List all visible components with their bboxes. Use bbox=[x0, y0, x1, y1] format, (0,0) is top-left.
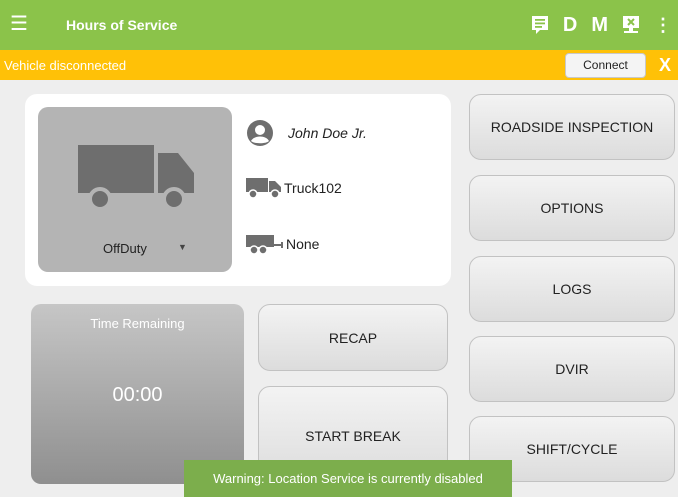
vehicle-status-message: Vehicle disconnected bbox=[4, 58, 127, 73]
driver-name: John Doe Jr. bbox=[288, 125, 367, 141]
vehicle-id: Truck102 bbox=[284, 180, 342, 196]
duty-status-label: OffDuty bbox=[103, 241, 147, 256]
vehicle-status-banner: Vehicle disconnected Connect X bbox=[0, 50, 678, 80]
dvir-button[interactable]: DVIR bbox=[469, 336, 675, 402]
vehicle-row: Truck102 bbox=[246, 177, 342, 199]
more-vertical-icon[interactable]: ⋮ bbox=[654, 12, 672, 38]
time-remaining-value: 00:00 bbox=[112, 384, 163, 406]
trailer-id: None bbox=[286, 236, 320, 252]
dropdown-arrow-icon: ▼ bbox=[178, 242, 187, 252]
connect-button[interactable]: Connect bbox=[565, 53, 646, 78]
driver-action-m[interactable]: M bbox=[591, 12, 608, 38]
app-bar: ☰ Hours of Service D M ⋮ bbox=[0, 0, 678, 50]
time-remaining-title: Time Remaining bbox=[90, 316, 185, 331]
dismiss-banner-button[interactable]: X bbox=[659, 55, 671, 76]
truck-icon bbox=[78, 145, 194, 211]
duty-status-selector[interactable]: OffDuty ▼ bbox=[38, 107, 232, 272]
app-bar-actions: D M ⋮ bbox=[531, 12, 672, 38]
recap-button[interactable]: RECAP bbox=[258, 304, 448, 371]
device-disconnected-icon[interactable] bbox=[622, 15, 640, 35]
app-title: Hours of Service bbox=[66, 17, 178, 33]
trailer-icon bbox=[246, 235, 283, 255]
document-icon[interactable] bbox=[531, 15, 549, 35]
trailer-row: None bbox=[246, 233, 319, 255]
vehicle-truck-icon bbox=[246, 178, 281, 199]
driver-action-d[interactable]: D bbox=[563, 12, 577, 38]
logs-button[interactable]: LOGS bbox=[469, 256, 675, 322]
options-button[interactable]: OPTIONS bbox=[469, 175, 675, 241]
driver-name-row: John Doe Jr. bbox=[246, 119, 367, 147]
account-circle-icon bbox=[247, 120, 273, 146]
driver-card: OffDuty ▼ John Doe Jr. Truck102 None bbox=[25, 94, 451, 286]
hamburger-menu-icon[interactable]: ☰ bbox=[10, 14, 28, 34]
location-warning-toast: Warning: Location Service is currently d… bbox=[184, 460, 512, 497]
roadside-inspection-button[interactable]: ROADSIDE INSPECTION bbox=[469, 94, 675, 160]
time-remaining-tile: Time Remaining 00:00 bbox=[31, 304, 244, 484]
